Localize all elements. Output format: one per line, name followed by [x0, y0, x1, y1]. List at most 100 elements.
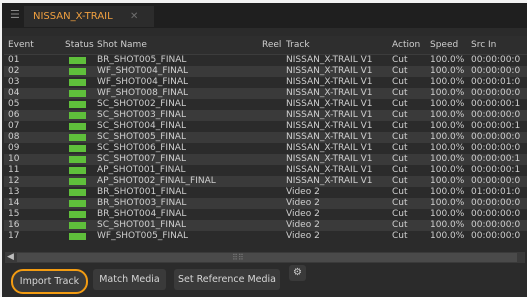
row-src-in: 00:00:00:1 [471, 121, 521, 131]
table-row[interactable]: 06 SC_SHOT003_FINAL NISSAN_X-TRAIL V1 Cut 10… [4, 110, 527, 121]
table-row[interactable]: 17 WF_SHOT005_FINAL Video 2 Cut 100.0% 00:00:… [4, 231, 527, 242]
row-src-in: 00:00:00:0 [471, 176, 521, 186]
table-row[interactable]: 12 AP_SHOT002_FINAL_FINAL NISSAN_X-TRAIL V… [4, 176, 527, 187]
table-row[interactable]: 15 BR_SHOT004_FINAL Video 2 Cut 100.0% 00:00:… [4, 209, 527, 220]
status-indicator [69, 112, 86, 119]
row-track: NISSAN_X-TRAIL V1 [286, 66, 373, 76]
table-row[interactable]: 16 SC_SHOT001_FINAL Video 2 Cut 100.0% 00:00:… [4, 220, 527, 231]
row-shot-name: SC_SHOT001_FINAL [97, 220, 186, 230]
row-src-in: 00:00:00:0 [471, 198, 521, 208]
row-speed: 100.0% [430, 88, 465, 98]
row-track: NISSAN_X-TRAIL V1 [286, 154, 373, 164]
row-action: Cut [392, 220, 408, 230]
row-track: Video 2 [286, 209, 320, 219]
row-action: Cut [392, 165, 408, 175]
row-src-in: 00:00:01:0 [471, 77, 521, 87]
col-header-track[interactable]: Track [286, 40, 310, 51]
row-track: NISSAN_X-TRAIL V1 [286, 77, 373, 87]
row-action: Cut [392, 176, 408, 186]
row-src-in: 00:00:00:0 [471, 88, 521, 98]
row-speed: 100.0% [430, 99, 465, 109]
match-media-button[interactable]: Match Media [93, 269, 166, 290]
row-event: 13 [8, 187, 20, 197]
row-speed: 100.0% [430, 154, 465, 164]
grip-icon: ⠿⠿ [232, 253, 244, 262]
row-speed: 100.0% [430, 165, 465, 175]
row-speed: 100.0% [430, 176, 465, 186]
horizontal-scrollbar[interactable]: ◀ ⠿⠿ [5, 252, 525, 263]
col-header-shot-name[interactable]: Shot Name [97, 40, 147, 51]
row-speed: 100.0% [430, 231, 465, 241]
table-row[interactable]: 11 AP_SHOT001_FINAL NISSAN_X-TRAIL V1 Cut 10… [4, 165, 527, 176]
row-event: 08 [8, 132, 20, 142]
col-header-reel[interactable]: Reel [262, 40, 281, 51]
table-row[interactable]: 08 SC_SHOT005_FINAL NISSAN_X-TRAIL V1 Cut 10… [4, 132, 527, 143]
row-event: 09 [8, 143, 20, 153]
row-event: 02 [8, 66, 20, 76]
col-header-src-in[interactable]: Src In [471, 40, 496, 51]
row-shot-name: BR_SHOT005_FINAL [97, 55, 187, 65]
set-reference-media-button[interactable]: Set Reference Media [174, 269, 280, 290]
row-track: NISSAN_X-TRAIL V1 [286, 176, 373, 186]
row-speed: 100.0% [430, 66, 465, 76]
row-action: Cut [392, 110, 408, 120]
row-event: 05 [8, 99, 20, 109]
row-shot-name: BR_SHOT003_FINAL [97, 198, 187, 208]
table-row[interactable]: 05 SC_SHOT002_FINAL NISSAN_X-TRAIL V1 Cut 10… [4, 99, 527, 110]
tab-nissan-x-trail[interactable]: NISSAN_X-TRAIL ✕ [24, 6, 154, 27]
row-speed: 100.0% [430, 209, 465, 219]
row-speed: 100.0% [430, 77, 465, 87]
table-row[interactable]: 01 BR_SHOT005_FINAL NISSAN_X-TRAIL V1 Cut 10… [4, 55, 527, 66]
close-icon[interactable]: ✕ [130, 10, 138, 23]
table-row[interactable]: 02 WF_SHOT004_FINAL NISSAN_X-TRAIL V1 Cut 10… [4, 66, 527, 77]
table-row[interactable]: 10 SC_SHOT007_FINAL NISSAN_X-TRAIL V1 Cut 10… [4, 154, 527, 165]
row-speed: 100.0% [430, 187, 465, 197]
row-action: Cut [392, 121, 408, 131]
edl-panel: ☰ NISSAN_X-TRAIL ✕ Event Status Shot Nam… [2, 3, 527, 297]
row-shot-name: SC_SHOT005_FINAL [97, 132, 186, 142]
panel-menu-icon[interactable]: ☰ [10, 9, 20, 21]
row-src-in: 00:00:00:0 [471, 231, 521, 241]
row-action: Cut [392, 88, 408, 98]
status-indicator [69, 90, 86, 97]
col-header-event[interactable]: Event [8, 40, 34, 51]
row-event: 16 [8, 220, 20, 230]
status-indicator [69, 233, 86, 240]
table-row[interactable]: 04 WF_SHOT008_FINAL NISSAN_X-TRAIL V1 Cut 10… [4, 88, 527, 99]
table-row[interactable]: 03 WF_SHOT004_FINAL NISSAN_X-TRAIL V1 Cut 10… [4, 77, 527, 88]
row-src-in: 00:00:00:0 [471, 66, 521, 76]
row-speed: 100.0% [430, 143, 465, 153]
row-track: NISSAN_X-TRAIL V1 [286, 132, 373, 142]
shot-table: Event Status Shot Name Reel Track Action… [4, 36, 527, 252]
row-track: NISSAN_X-TRAIL V1 [286, 99, 373, 109]
row-action: Cut [392, 187, 408, 197]
row-shot-name: SC_SHOT003_FINAL [97, 110, 186, 120]
col-header-speed[interactable]: Speed [430, 40, 458, 51]
row-shot-name: AP_SHOT001_FINAL [97, 165, 186, 175]
scroll-left-icon[interactable]: ◀ [7, 252, 14, 263]
status-indicator [69, 68, 86, 75]
col-header-status[interactable]: Status [65, 40, 94, 51]
status-indicator [69, 123, 86, 130]
table-row[interactable]: 09 SC_SHOT006_FINAL NISSAN_X-TRAIL V1 Cut 10… [4, 143, 527, 154]
status-indicator [69, 145, 86, 152]
status-indicator [69, 156, 86, 163]
scrollbar-thumb[interactable]: ⠿⠿ [17, 253, 517, 262]
row-track: Video 2 [286, 231, 320, 241]
table-row[interactable]: 13 BR_SHOT001_FINAL Video 2 Cut 100.0% 01:00:… [4, 187, 527, 198]
row-src-in: 00:00:00:0 [471, 143, 521, 153]
import-track-button[interactable]: Import Track [11, 269, 88, 294]
status-indicator [69, 57, 86, 64]
row-speed: 100.0% [430, 220, 465, 230]
row-track: NISSAN_X-TRAIL V1 [286, 88, 373, 98]
row-shot-name: SC_SHOT006_FINAL [97, 143, 186, 153]
gear-icon[interactable]: ⚙ [289, 265, 306, 281]
col-header-action[interactable]: Action [392, 40, 420, 51]
row-shot-name: AP_SHOT002_FINAL_FINAL [97, 176, 216, 186]
row-action: Cut [392, 198, 408, 208]
row-event: 15 [8, 209, 20, 219]
row-src-in: 00:00:00:0 [471, 132, 521, 142]
table-row[interactable]: 14 BR_SHOT003_FINAL Video 2 Cut 100.0% 00:00:… [4, 198, 527, 209]
table-row[interactable]: 07 SC_SHOT004_FINAL NISSAN_X-TRAIL V1 Cut 10… [4, 121, 527, 132]
row-src-in: 00:00:00:0 [471, 55, 521, 65]
